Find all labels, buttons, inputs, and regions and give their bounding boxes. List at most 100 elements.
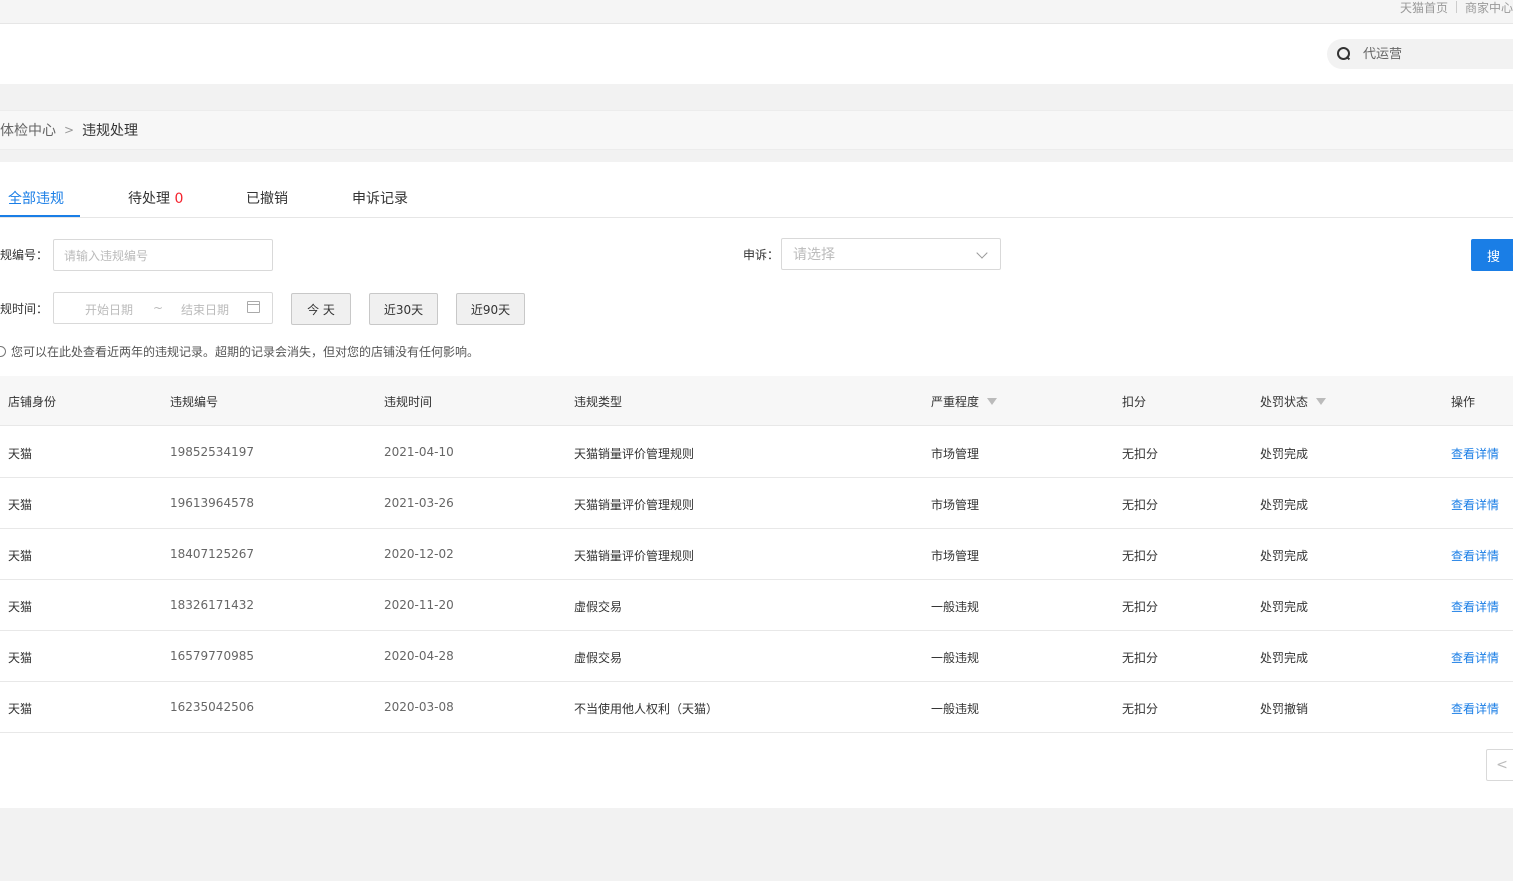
col-points: 扣分: [1122, 395, 1147, 409]
cell-shop: 天猫: [8, 447, 33, 461]
view-details-link[interactable]: 查看详情: [1451, 496, 1499, 513]
view-details-link[interactable]: 查看详情: [1451, 598, 1499, 615]
global-search[interactable]: [1327, 39, 1513, 69]
view-details-link[interactable]: 查看详情: [1451, 649, 1499, 666]
cell-type: 天猫销量评价管理规则: [574, 549, 695, 563]
appeal-select-placeholder: 请选择: [793, 247, 835, 263]
view-details-link[interactable]: 查看详情: [1451, 547, 1499, 564]
cell-time: 2020-11-20: [384, 598, 454, 612]
cell-shop: 天猫: [8, 702, 33, 716]
col-violation-time: 违规时间: [384, 395, 433, 409]
tab-pending[interactable]: 待处理 0: [128, 188, 183, 208]
col-label: 处罚状态: [1260, 395, 1309, 409]
cell-type: 不当使用他人权利（天猫）: [574, 702, 719, 716]
tab-revoked[interactable]: 已撤销: [246, 188, 288, 208]
col-penalty-status[interactable]: 处罚状态: [1260, 393, 1327, 410]
cell-severity: 市场管理: [931, 498, 980, 512]
cell-time: 2020-04-28: [384, 649, 454, 663]
today-button[interactable]: 今 天: [291, 293, 351, 325]
cell-shop: 天猫: [8, 600, 33, 614]
start-date-placeholder[interactable]: 开始日期: [85, 301, 133, 318]
view-details-link[interactable]: 查看详情: [1451, 700, 1499, 717]
range-separator: ~: [153, 301, 164, 315]
date-range-picker[interactable]: 开始日期 ~ 结束日期: [53, 292, 273, 324]
tab-appeal-records[interactable]: 申诉记录: [352, 188, 408, 208]
pager-prev-button[interactable]: <: [1486, 749, 1513, 781]
tab-label: 待处理: [128, 191, 170, 207]
violation-id-input[interactable]: 请输入违规编号: [53, 239, 273, 271]
table-row: 天猫 18407125267 2020-12-02 天猫销量评价管理规则 市场管…: [0, 529, 1513, 580]
violation-id-label: 违规编号：: [0, 248, 49, 262]
cell-type: 天猫销量评价管理规则: [574, 498, 695, 512]
cell-points: 无扣分: [1122, 600, 1159, 614]
cell-status: 处罚完成: [1260, 600, 1309, 614]
info-icon: [0, 346, 6, 357]
table-row: 天猫 19613964578 2021-03-26 天猫销量评价管理规则 市场管…: [0, 478, 1513, 529]
tab-label: 全部违规: [8, 191, 64, 207]
header: [0, 24, 1513, 84]
col-actions: 操作: [1451, 395, 1476, 409]
cell-time: 2020-12-02: [384, 547, 454, 561]
cell-points: 无扣分: [1122, 447, 1159, 461]
cell-severity: 一般违规: [931, 600, 980, 614]
violation-time-label: 违规时间：: [0, 302, 49, 316]
last-90-days-button[interactable]: 近90天: [456, 293, 525, 325]
cell-severity: 市场管理: [931, 447, 980, 461]
cell-type: 虚假交易: [574, 651, 623, 665]
chevron-left-icon: <: [1496, 757, 1508, 773]
pending-count: 0: [174, 191, 184, 207]
breadcrumb-parent[interactable]: 体检中心: [0, 120, 56, 140]
filter-icon[interactable]: [987, 398, 998, 405]
cell-points: 无扣分: [1122, 702, 1159, 716]
cell-status: 处罚完成: [1260, 447, 1309, 461]
table-header: 店铺身份 违规编号 违规时间 违规类型 严重程度 扣分 处罚状态 操作: [0, 376, 1513, 426]
end-date-placeholder[interactable]: 结束日期: [181, 301, 229, 318]
cell-points: 无扣分: [1122, 651, 1159, 665]
search-input[interactable]: [1363, 46, 1503, 62]
tmall-home-link[interactable]: 天猫首页: [1400, 0, 1448, 16]
last-30-days-button[interactable]: 近30天: [369, 293, 438, 325]
cell-severity: 一般违规: [931, 702, 980, 716]
table-row: 天猫 16579770985 2020-04-28 虚假交易 一般违规 无扣分 …: [0, 631, 1513, 682]
table-row: 天猫 16235042506 2020-03-08 不当使用他人权利（天猫） 一…: [0, 682, 1513, 733]
cell-time: 2020-03-08: [384, 700, 454, 714]
view-details-link[interactable]: 查看详情: [1451, 445, 1499, 462]
cell-id: 16579770985: [170, 649, 254, 663]
cell-type: 天猫销量评价管理规则: [574, 447, 695, 461]
cell-id: 18326171432: [170, 598, 254, 612]
calendar-icon: [247, 301, 260, 313]
tab-label: 申诉记录: [352, 191, 408, 207]
cell-shop: 天猫: [8, 549, 33, 563]
top-bar: 天猫首页 商家中心: [0, 0, 1513, 24]
table-row: 天猫 18326171432 2020-11-20 虚假交易 一般违规 无扣分 …: [0, 580, 1513, 631]
top-links: 天猫首页 商家中心: [1400, 0, 1513, 16]
tip-text: 您可以在此处查看近两年的违规记录。超期的记录会消失，但对您的店铺没有任何影响。: [11, 345, 480, 359]
info-tip: 您可以在此处查看近两年的违规记录。超期的记录会消失，但对您的店铺没有任何影响。: [0, 343, 479, 360]
appeal-label: 申诉：: [743, 248, 780, 262]
search-button[interactable]: 搜 索: [1471, 239, 1513, 271]
col-severity[interactable]: 严重程度: [931, 393, 998, 410]
appeal-select[interactable]: 请选择: [781, 238, 1001, 270]
search-icon[interactable]: [1337, 47, 1351, 61]
cell-severity: 一般违规: [931, 651, 980, 665]
col-shop-identity: 店铺身份: [8, 395, 57, 409]
cell-shop: 天猫: [8, 498, 33, 512]
merchant-center-link[interactable]: 商家中心: [1465, 0, 1513, 16]
cell-shop: 天猫: [8, 651, 33, 665]
cell-time: 2021-03-26: [384, 496, 454, 510]
cell-id: 16235042506: [170, 700, 254, 714]
cell-points: 无扣分: [1122, 549, 1159, 563]
cell-status: 处罚撤销: [1260, 702, 1309, 716]
tab-all-violations[interactable]: 全部违规: [8, 188, 64, 208]
cell-id: 18407125267: [170, 547, 254, 561]
tab-bar: 全部违规 待处理 0 已撤销 申诉记录: [0, 162, 1513, 218]
cell-time: 2021-04-10: [384, 445, 454, 459]
cell-points: 无扣分: [1122, 498, 1159, 512]
active-tab-indicator: [0, 215, 80, 217]
cell-status: 处罚完成: [1260, 498, 1309, 512]
cell-id: 19613964578: [170, 496, 254, 510]
col-violation-type: 违规类型: [574, 395, 623, 409]
divider: [1455, 1, 1457, 13]
filter-icon[interactable]: [1316, 398, 1327, 405]
cell-severity: 市场管理: [931, 549, 980, 563]
